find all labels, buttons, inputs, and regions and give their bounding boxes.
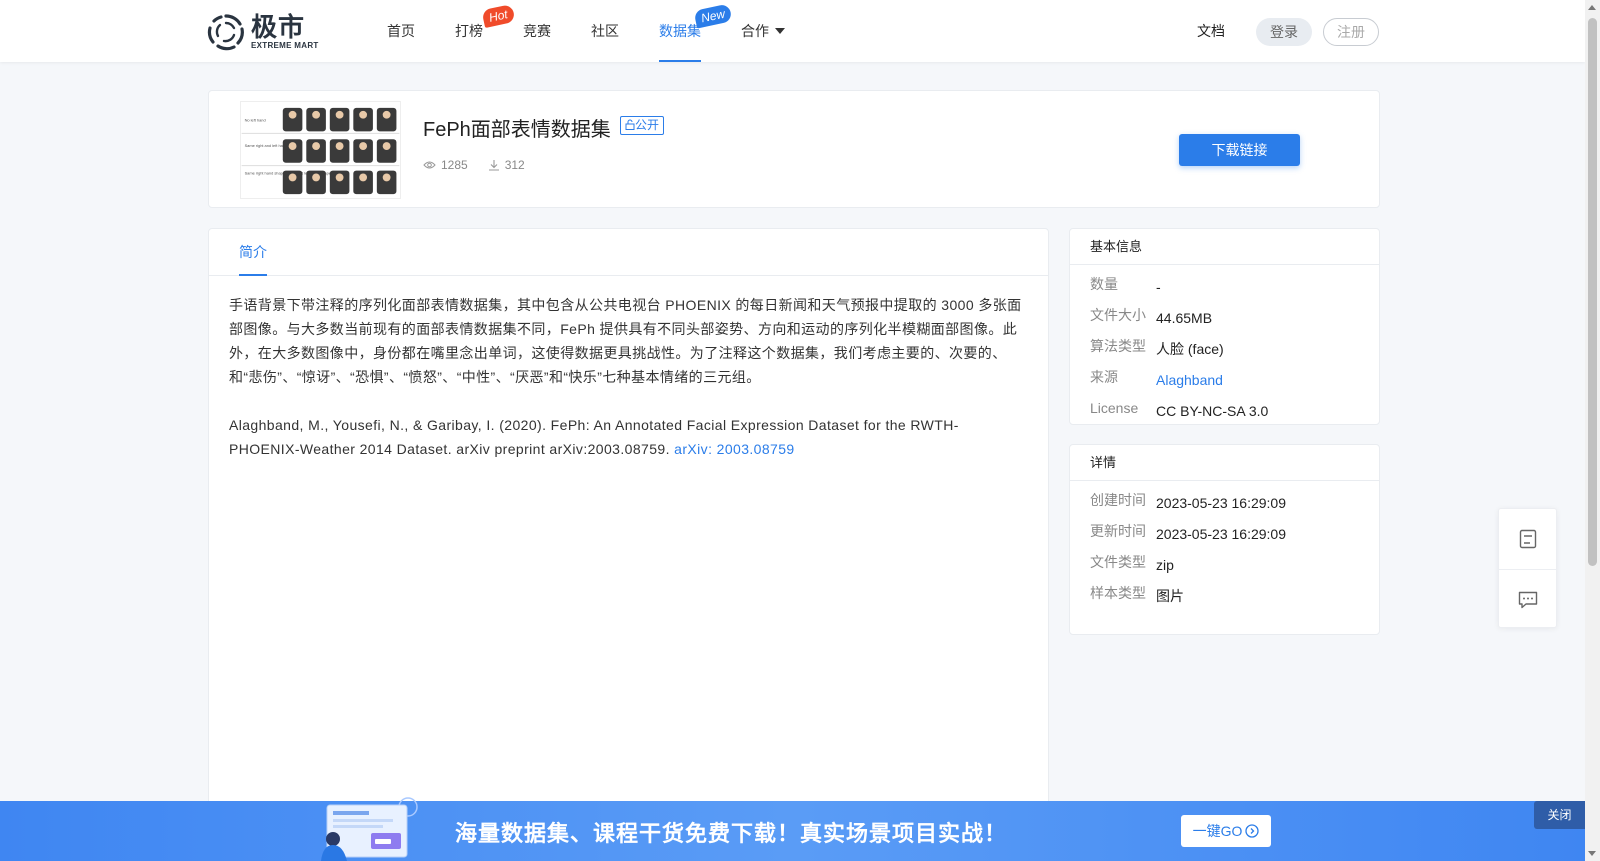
feedback-button[interactable]: [1499, 569, 1556, 629]
info-row-algorithm: 算法类型 人脸 (face): [1090, 338, 1224, 357]
document-icon: [1519, 529, 1536, 549]
citation-paragraph: Alaghband, M., Yousefi, N., & Garibay, I…: [229, 417, 959, 457]
basic-info-panel: 基本信息 数量 - 文件大小 44.65MB 算法类型 人脸 (face) 来源 Ala…: [1069, 228, 1380, 425]
nav-item-datasets[interactable]: 数据集 New: [639, 0, 733, 62]
banner-close-button[interactable]: 关闭: [1534, 801, 1585, 829]
detail-row-sample-type: 样本类型 图片: [1090, 585, 1184, 604]
eye-icon: [423, 161, 436, 169]
banner-illustration: [321, 797, 418, 861]
nav-item-cooperation[interactable]: 合作: [721, 0, 805, 62]
nav-item-community[interactable]: 社区: [571, 0, 639, 62]
chat-icon: [1518, 591, 1537, 608]
detail-row-created: 创建时间 2023-05-23 16:29:09: [1090, 492, 1286, 511]
intro-content: 手语背景下带注释的序列化面部表情数据集，其中包含从公共电视台 PHOENIX 的…: [209, 276, 1048, 461]
caret-down-icon: [775, 28, 785, 34]
download-count: 312: [488, 158, 525, 172]
promo-banner: 海量数据集、课程干货免费下载！真实场景项目实战！ 一键GO: [0, 797, 1585, 861]
basic-info-title: 基本信息: [1070, 229, 1379, 265]
nav-item-home[interactable]: 首页: [367, 0, 435, 62]
site-logo[interactable]: 极市 EXTREME MART: [207, 13, 319, 51]
register-button[interactable]: 注册: [1323, 18, 1379, 46]
detail-row-updated: 更新时间 2023-05-23 16:29:09: [1090, 523, 1286, 542]
details-panel: 详情 创建时间 2023-05-23 16:29:09 更新时间 2023-05-2…: [1069, 444, 1380, 635]
logo-name-cn: 极市: [251, 12, 306, 42]
arrow-circle-right-icon: [1245, 824, 1260, 838]
login-button[interactable]: 登录: [1256, 18, 1312, 46]
docs-link[interactable]: 文档: [1197, 21, 1225, 41]
visibility-tag: 公开: [620, 116, 665, 135]
info-row-license: License CC BY-NC-SA 3.0: [1090, 400, 1269, 419]
floating-toolbar: [1498, 508, 1557, 628]
dataset-stats: 1285 312: [423, 158, 545, 172]
go-button[interactable]: 一键GO: [1181, 815, 1271, 847]
nav-item-competition[interactable]: 竞赛: [503, 0, 571, 62]
scroll-down-icon[interactable]: [1588, 851, 1596, 856]
dataset-header-card: No left hand Same right and left hand sh…: [208, 90, 1380, 208]
banner-slogan: 海量数据集、课程干货免费下载！真实场景项目实战！: [455, 821, 1008, 846]
scroll-up-icon[interactable]: [1588, 5, 1596, 10]
nav-item-leaderboard[interactable]: 打榜 Hot: [435, 0, 516, 62]
intro-paragraph: 手语背景下带注释的序列化面部表情数据集，其中包含从公共电视台 PHOENIX 的…: [229, 297, 1022, 385]
lock-open-icon: [625, 119, 635, 130]
view-count: 1285: [423, 158, 468, 172]
page-scrollbar[interactable]: [1585, 0, 1600, 861]
tab-intro[interactable]: 简介: [239, 229, 267, 276]
logo-name-en: EXTREME MART: [251, 41, 319, 50]
download-icon: [488, 160, 499, 171]
tab-bar: 简介: [209, 229, 1048, 276]
source-link[interactable]: Alaghband: [1156, 372, 1223, 388]
download-link-button[interactable]: 下载链接: [1179, 134, 1300, 166]
detail-row-file-type: 文件类型 zip: [1090, 554, 1174, 573]
arxiv-link[interactable]: arXiv: 2003.08759: [674, 441, 794, 457]
scroll-thumb[interactable]: [1588, 18, 1597, 566]
info-row-source: 来源 Alaghband: [1090, 369, 1223, 388]
top-header: 极市 EXTREME MART 首页 打榜 Hot 竞赛 社区 数据集 New …: [0, 0, 1585, 62]
info-row-file-size: 文件大小 44.65MB: [1090, 307, 1213, 326]
details-title: 详情: [1070, 445, 1379, 481]
dataset-title: FePh面部表情数据集: [423, 119, 611, 141]
logo-mark-icon: [207, 14, 244, 51]
dataset-thumbnail: No left hand Same right and left hand sh…: [240, 101, 401, 199]
document-button[interactable]: [1499, 509, 1556, 569]
main-nav: 首页 打榜 Hot 竞赛 社区 数据集 New 合作: [367, 0, 805, 62]
info-row-count: 数量 -: [1090, 276, 1161, 295]
thumbnail-label-1: No left hand: [245, 118, 266, 123]
intro-panel: 简介 手语背景下带注释的序列化面部表情数据集，其中包含从公共电视台 PHOENI…: [208, 228, 1049, 861]
